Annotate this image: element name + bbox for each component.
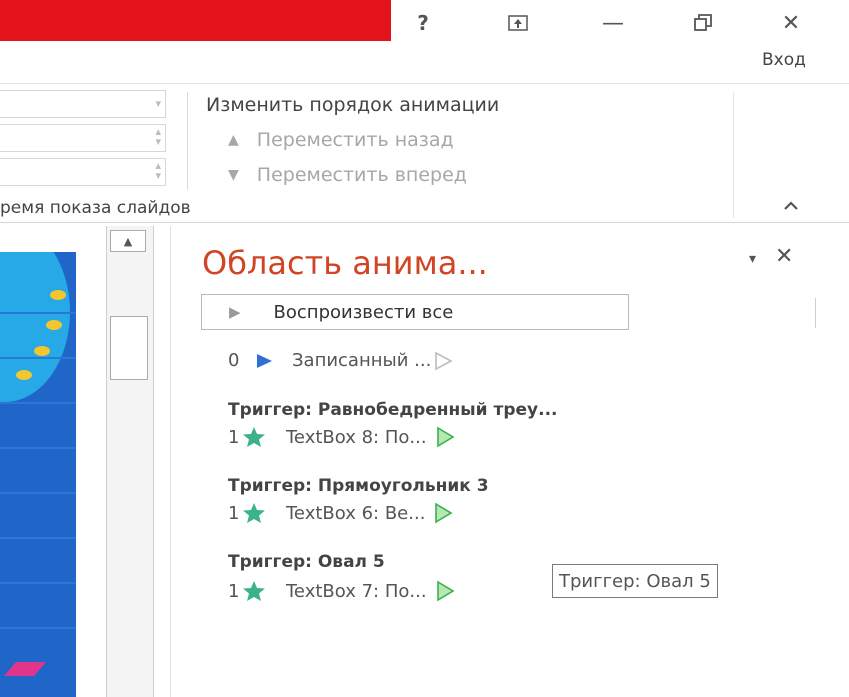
play-icon: ▶ [229,303,241,321]
slide-dot [34,346,50,356]
slide-line [0,402,76,404]
item-label: TextBox 8: По... [286,426,427,448]
ribbon-display-icon [508,15,528,31]
ribbon-display-options-button[interactable] [495,6,541,40]
timeline-marker-icon [435,351,454,370]
delay-spinner[interactable]: ▴ ▾ [0,158,166,186]
star-icon [243,581,265,601]
restore-icon [694,14,712,31]
vertical-scrollbar[interactable] [106,226,154,697]
play-all-label: Воспроизвести все [273,301,454,323]
star-icon [243,427,265,447]
scroll-thumb[interactable] [110,316,148,380]
reorder-animation-label: Изменить порядок анимации [206,94,500,116]
ribbon-group-label: ремя показа слайдов [0,198,191,218]
duration-spinner[interactable]: ▴ ▾ [0,124,166,152]
tooltip: Триггер: Овал 5 [552,564,718,598]
item-order-number: 1 [228,426,240,448]
pane-title: Область анима... [202,244,488,282]
animation-item[interactable]: 1 TextBox 7: По... [228,580,455,602]
signin-link[interactable]: Вход [762,50,806,70]
collapse-ribbon-button[interactable] [783,196,799,215]
group-divider [187,92,188,190]
item-order-number: 1 [228,580,240,602]
animation-item[interactable]: 1 TextBox 6: Ве... [228,502,453,524]
slide-line [0,357,76,359]
chevron-down-icon: ▾ [155,97,161,110]
play-icon [257,353,272,368]
timeline-marker-icon [436,426,455,448]
triangle-up-icon: ▲ [123,234,133,248]
star-icon [243,503,265,523]
slide-line [0,537,76,539]
slide-dot [50,290,66,300]
item-label: TextBox 6: Ве... [286,502,426,524]
move-later-button[interactable]: ▼ Переместить вперед [228,164,467,186]
spinner-arrows-icon: ▴ ▾ [155,125,161,148]
group-divider [733,92,734,218]
slide-shape [4,662,46,676]
animation-item[interactable]: 0 Записанный ... [228,350,454,371]
start-dropdown[interactable]: ▾ [0,90,166,118]
triangle-up-icon: ▲ [228,132,239,148]
slide-canvas[interactable] [0,252,76,697]
title-bar-accent [0,0,391,41]
move-later-label: Переместить вперед [256,164,467,186]
triangle-down-icon: ▼ [228,167,239,183]
divider [815,298,816,328]
close-button[interactable]: ✕ [768,6,814,40]
pane-close-button[interactable]: ✕ [775,244,793,269]
slide-line [0,627,76,629]
help-button[interactable]: ? [400,6,446,40]
timeline-marker-icon [435,502,453,524]
item-order-number: 0 [228,350,240,371]
timeline-marker-icon [436,580,455,602]
slide-line [0,492,76,494]
animation-item[interactable]: 1 TextBox 8: По... [228,426,455,448]
move-earlier-label: Переместить назад [256,129,454,151]
item-label: Записанный ... [292,350,432,371]
divider [170,226,171,697]
chevron-up-icon [784,201,798,210]
minimize-button[interactable]: — [590,6,636,40]
scroll-up-button[interactable]: ▲ [110,230,146,252]
divider [0,222,849,223]
slide-line [0,582,76,584]
pane-options-button[interactable]: ▾ [749,251,756,267]
trigger-header: Триггер: Равнобедренный треу... [228,400,558,420]
trigger-header: Триггер: Овал 5 [228,552,385,572]
slide-line [0,447,76,449]
trigger-header: Триггер: Прямоугольник 3 [228,476,489,496]
play-all-button[interactable]: ▶ Воспроизвести все [201,294,629,330]
slide-line [0,312,76,314]
item-order-number: 1 [228,502,240,524]
slide-dot [46,320,62,330]
item-label: TextBox 7: По... [286,580,427,602]
restore-button[interactable] [680,6,726,40]
move-earlier-button[interactable]: ▲ Переместить назад [228,129,454,151]
slide-dot [16,370,32,380]
spinner-arrows-icon: ▴ ▾ [155,159,161,182]
divider [0,83,849,84]
